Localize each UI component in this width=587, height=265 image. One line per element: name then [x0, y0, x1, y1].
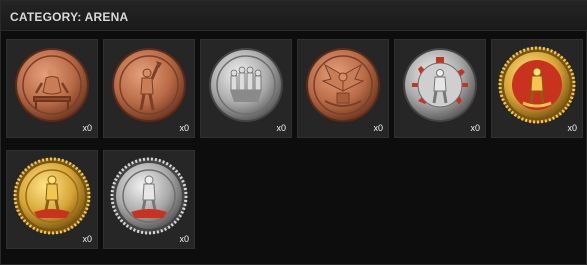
- medal-count: x0: [373, 123, 383, 133]
- gold-standing-figure-medal-icon: [13, 157, 91, 235]
- medal-count: x0: [179, 123, 189, 133]
- bronze-raised-arm-medal-icon: [112, 48, 186, 122]
- medal-tile[interactable]: x0: [103, 39, 195, 138]
- medal-tile[interactable]: x0: [200, 39, 292, 138]
- medal-count: x0: [567, 123, 577, 133]
- medal-count: x0: [82, 123, 92, 133]
- bronze-seated-figure-medal-icon: [15, 48, 89, 122]
- silver-red-standing-figure-medal-icon: [403, 48, 477, 122]
- medal-count: x0: [82, 234, 92, 244]
- medal-tile[interactable]: x0: [297, 39, 389, 138]
- bronze-eagle-medal-icon: [306, 48, 380, 122]
- silver-red-standing-figure-on-bodies-medal-icon: [110, 157, 188, 235]
- medal-count: x0: [276, 123, 286, 133]
- silver-group-medal-icon: [209, 48, 283, 122]
- medal-tile[interactable]: x0: [6, 39, 98, 138]
- gold-red-standing-figure-medal-icon: [498, 46, 576, 124]
- medal-tile[interactable]: x0: [491, 39, 583, 138]
- medal-tile[interactable]: x0: [6, 150, 98, 249]
- medal-tile[interactable]: x0: [103, 150, 195, 249]
- arena-category-panel: CATEGORY: ARENA x0 x0 x0 x0 x0 x0 x0 x0: [0, 0, 587, 265]
- category-title: CATEGORY: ARENA: [10, 10, 129, 24]
- medal-count: x0: [470, 123, 480, 133]
- medal-count: x0: [179, 234, 189, 244]
- category-header: CATEGORY: ARENA: [1, 1, 587, 31]
- medal-tile[interactable]: x0: [394, 39, 486, 138]
